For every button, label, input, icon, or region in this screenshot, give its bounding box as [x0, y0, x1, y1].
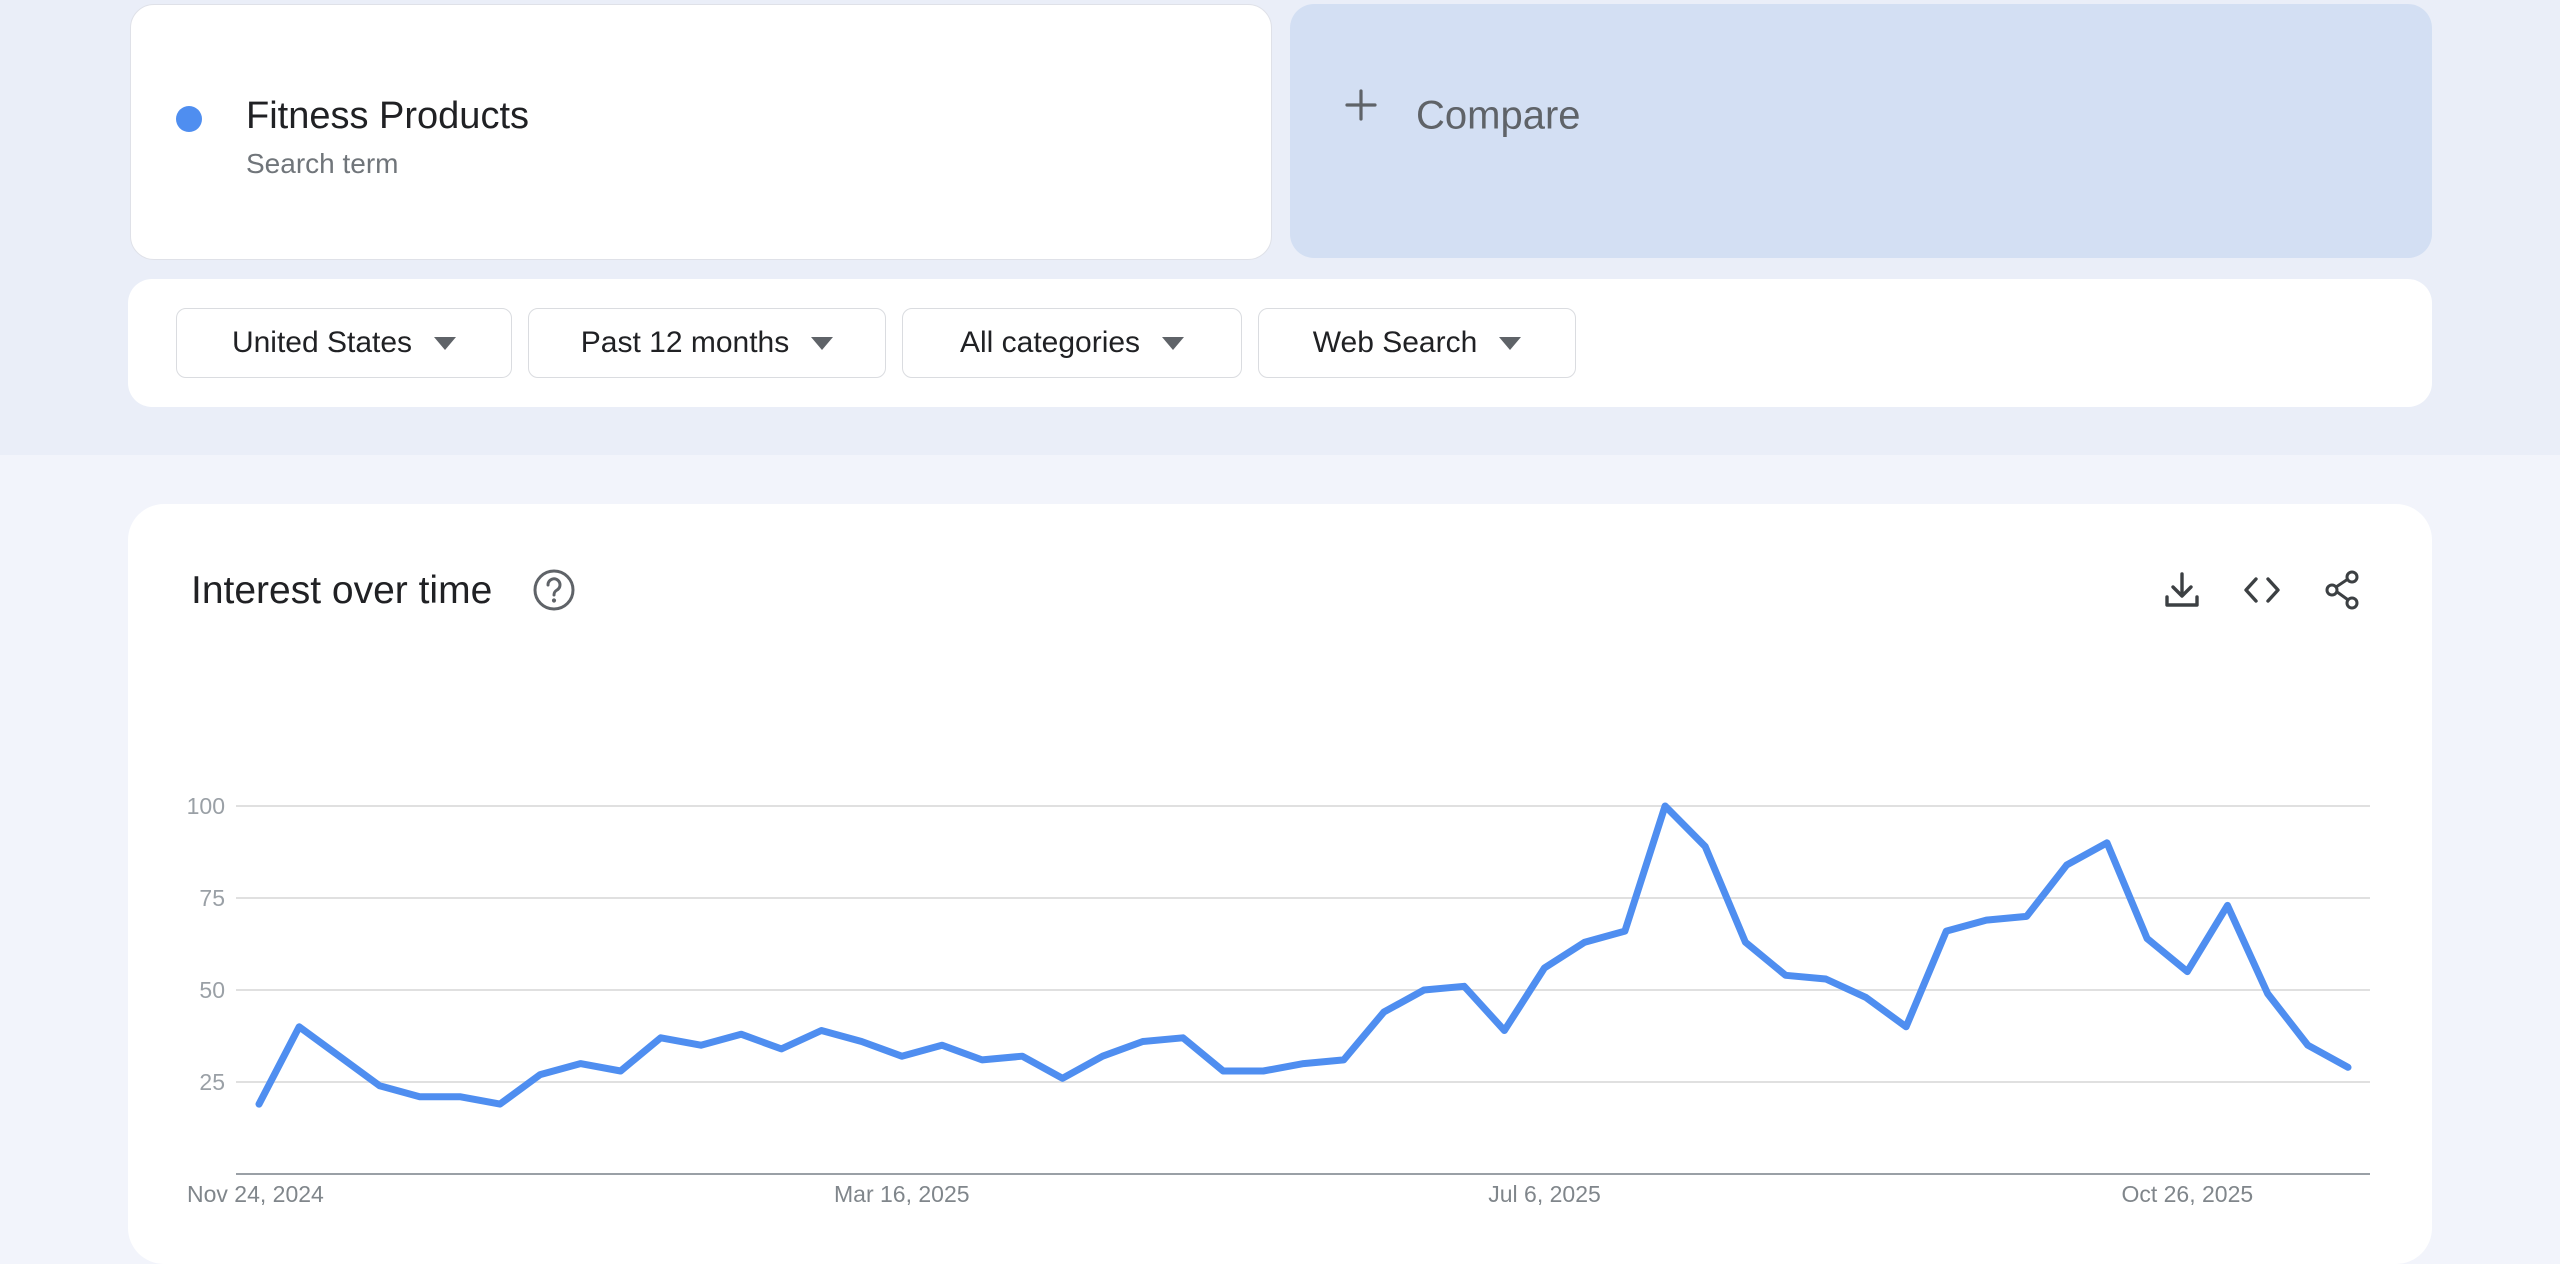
caret-down-icon	[811, 336, 834, 350]
series-color-dot	[176, 106, 202, 132]
x-tick-label: Nov 24, 2024	[187, 1181, 324, 1207]
y-tick-label: 100	[187, 793, 225, 819]
filter-location[interactable]: United States	[176, 308, 512, 378]
filter-location-label: United States	[231, 326, 413, 359]
y-tick-label: 25	[199, 1069, 225, 1095]
caret-down-icon	[1499, 336, 1522, 350]
compare-button[interactable]: Compare	[1290, 4, 2432, 258]
filter-category-label: All categories	[959, 326, 1141, 359]
interest-line-chart: 25 50 75 100 Nov 24, 2024 Mar 16, 2025 Jul 6, …	[187, 793, 2370, 1207]
caret-down-icon	[434, 336, 457, 350]
series-line	[255, 802, 2352, 1108]
filters-bar: United States Past 12 months All categor…	[128, 279, 2432, 407]
search-term-subtitle: Search term	[246, 148, 399, 179]
filter-category[interactable]: All categories	[902, 308, 1242, 378]
interest-over-time-card: Interest over time 25 50 75 100 Nov 24, 2024…	[128, 504, 2432, 1264]
search-term-card[interactable]: Fitness Products Search term	[130, 4, 1272, 260]
search-term-title[interactable]: Fitness Products	[246, 93, 529, 139]
filter-search-type[interactable]: Web Search	[1258, 308, 1576, 378]
x-tick-label: Jul 6, 2025	[1488, 1181, 1601, 1207]
filter-time-range[interactable]: Past 12 months	[528, 308, 886, 378]
compare-label: Compare	[1416, 93, 1581, 138]
plus-icon	[1345, 89, 1377, 121]
x-tick-label: Mar 16, 2025	[834, 1181, 970, 1207]
filter-time-range-label: Past 12 months	[580, 326, 790, 359]
caret-down-icon	[1162, 336, 1185, 350]
y-tick-label: 75	[199, 885, 225, 911]
filter-search-type-label: Web Search	[1312, 326, 1478, 359]
x-tick-label: Oct 26, 2025	[2121, 1181, 2253, 1207]
y-tick-label: 50	[199, 977, 225, 1003]
